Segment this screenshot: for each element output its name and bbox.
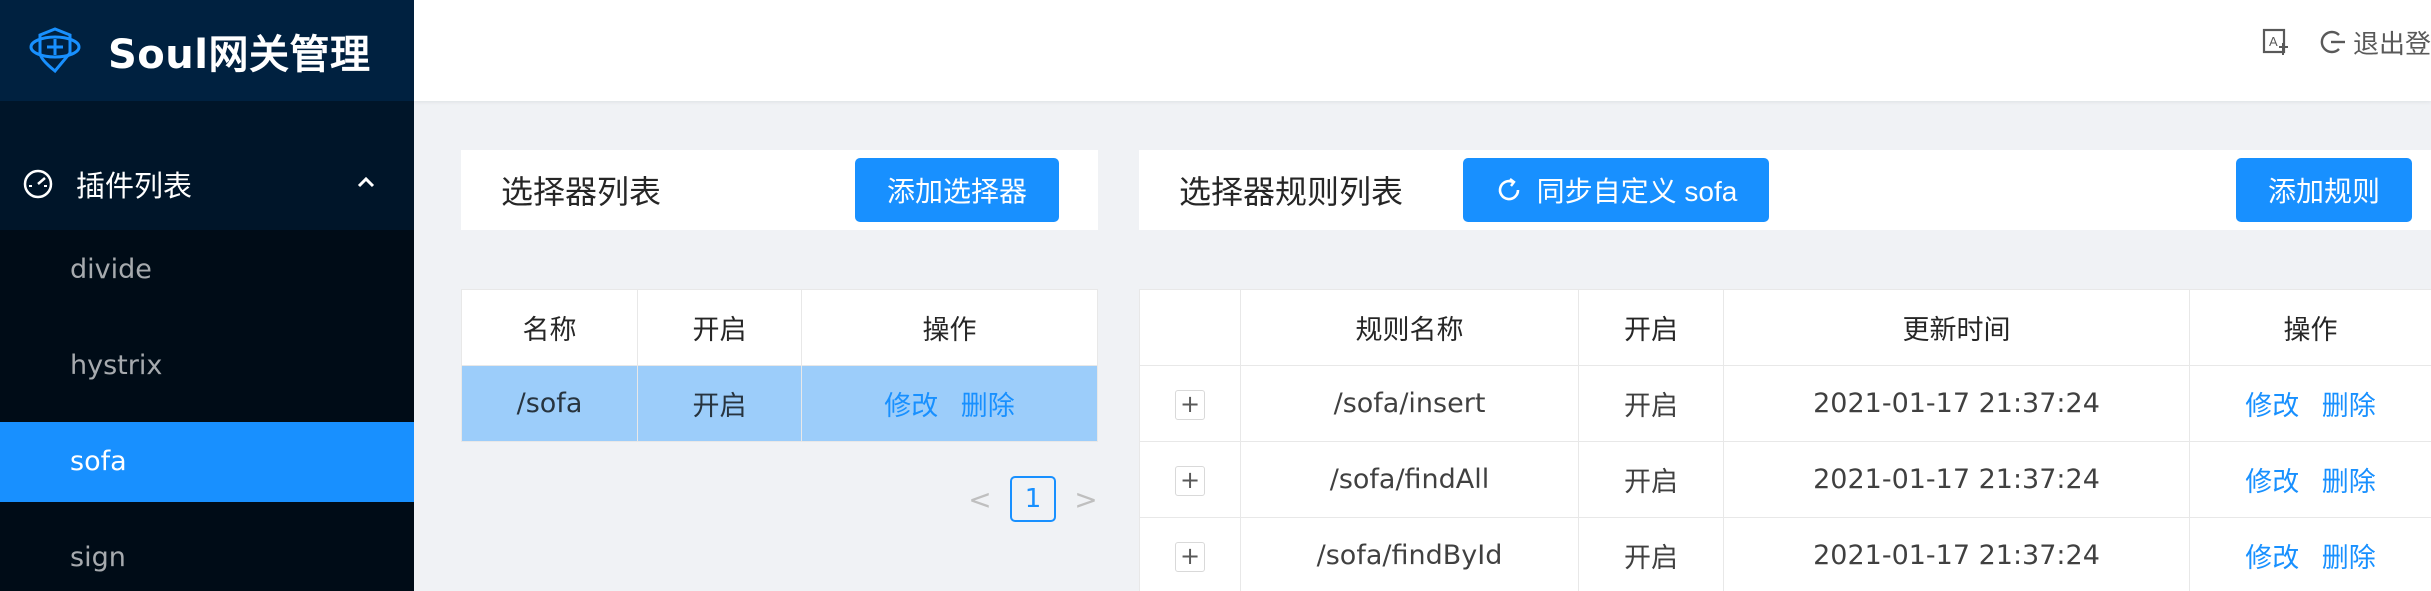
- rule-name: /sofa/findAll: [1240, 441, 1579, 518]
- column-header-expand: [1139, 289, 1241, 366]
- selector-actions: 修改 删除: [801, 365, 1098, 442]
- dashboard-icon: [23, 169, 53, 199]
- add-selector-button[interactable]: 添加选择器: [855, 158, 1059, 222]
- rule-updated-time: 2021-01-17 21:37:24: [1723, 517, 2190, 591]
- sidebar-item-sign[interactable]: sign: [0, 518, 414, 591]
- rule-name: /sofa/findById: [1240, 517, 1579, 591]
- rule-enabled-status: 开启: [1578, 517, 1724, 591]
- rule-updated-time: 2021-01-17 21:37:24: [1723, 365, 2190, 442]
- edit-link[interactable]: 修改: [2245, 391, 2299, 422]
- add-rule-button[interactable]: 添加规则: [2236, 158, 2412, 222]
- edit-link[interactable]: 修改: [2245, 543, 2299, 574]
- next-page-button[interactable]: >: [1066, 483, 1106, 516]
- table-row: + /sofa/findById 开启 2021-01-17 21:37:24 …: [1139, 517, 2431, 591]
- logout-icon: [2320, 30, 2345, 54]
- edit-link[interactable]: 修改: [884, 391, 938, 422]
- sidebar-item-sofa[interactable]: sofa: [0, 422, 414, 502]
- header-tools: A 退出登: [2261, 22, 2431, 62]
- translate-icon[interactable]: A: [2261, 27, 2291, 57]
- rule-panel-title: 选择器规则列表: [1179, 173, 1404, 211]
- chevron-up-icon: [357, 176, 375, 188]
- rule-enabled-status: 开启: [1578, 441, 1724, 518]
- column-header-enabled: 开启: [1578, 289, 1724, 366]
- selector-enabled-status: 开启: [637, 365, 802, 442]
- rule-updated-time: 2021-01-17 21:37:24: [1723, 441, 2190, 518]
- page-1-button[interactable]: 1: [1010, 476, 1056, 522]
- logout-label: 退出登: [2352, 29, 2431, 60]
- table-header-row: 名称 开启 操作: [461, 289, 1098, 366]
- edit-link[interactable]: 修改: [2245, 467, 2299, 498]
- rule-actions: 修改 删除: [2189, 365, 2431, 442]
- column-header-enabled: 开启: [637, 289, 802, 366]
- rule-table: 规则名称 开启 更新时间 操作 + /sofa/insert 开启 2021-0…: [1139, 289, 2431, 591]
- delete-link[interactable]: 删除: [2322, 391, 2376, 422]
- table-row[interactable]: /sofa 开启 修改 删除: [461, 365, 1098, 442]
- prev-page-button[interactable]: <: [960, 483, 1000, 516]
- column-header-name: 名称: [461, 289, 638, 366]
- delete-link[interactable]: 删除: [961, 391, 1015, 422]
- selector-name: /sofa: [461, 365, 638, 442]
- sync-custom-button[interactable]: 同步自定义 sofa: [1463, 158, 1769, 222]
- expand-row-button[interactable]: +: [1175, 389, 1205, 420]
- logout-button[interactable]: 退出登: [2319, 24, 2431, 61]
- selector-panel-title: 选择器列表: [501, 173, 662, 211]
- pagination: < 1 >: [960, 476, 1106, 522]
- column-header-actions: 操作: [801, 289, 1098, 366]
- delete-link[interactable]: 删除: [2322, 467, 2376, 498]
- selector-table: 名称 开启 操作 /sofa 开启 修改 删除: [461, 289, 1098, 442]
- expand-row-button[interactable]: +: [1175, 465, 1205, 496]
- column-header-updated-time: 更新时间: [1723, 289, 2190, 366]
- svg-text:A: A: [2269, 34, 2278, 49]
- rule-enabled-status: 开启: [1578, 365, 1724, 442]
- selector-panel-header: 选择器列表 添加选择器: [461, 150, 1098, 230]
- sidebar-item-hystrix[interactable]: hystrix: [0, 326, 414, 406]
- delete-link[interactable]: 删除: [2322, 543, 2376, 574]
- plugin-list-menu[interactable]: 插件列表: [0, 146, 414, 222]
- sync-custom-label: 同步自定义 sofa: [1536, 176, 1738, 207]
- plugin-list-label: 插件列表: [76, 169, 193, 203]
- table-row: + /sofa/findAll 开启 2021-01-17 21:37:24 修…: [1139, 441, 2431, 518]
- rule-actions: 修改 删除: [2189, 441, 2431, 518]
- logo-bar: Soul网关管理: [0, 0, 414, 101]
- plugin-submenu: divide hystrix sofa sign: [0, 230, 414, 591]
- expand-row-button[interactable]: +: [1175, 541, 1205, 572]
- rule-actions: 修改 删除: [2189, 517, 2431, 591]
- table-header-row: 规则名称 开启 更新时间 操作: [1139, 289, 2431, 366]
- column-header-rule-name: 规则名称: [1240, 289, 1579, 366]
- table-row: + /sofa/insert 开启 2021-01-17 21:37:24 修改…: [1139, 365, 2431, 442]
- top-header: A 退出登: [414, 0, 2431, 101]
- column-header-actions: 操作: [2189, 289, 2431, 366]
- logo-icon: [29, 26, 81, 73]
- sync-icon: [1498, 178, 1519, 201]
- sidebar: Soul网关管理 插件列表 divide hystrix sofa sign: [0, 0, 414, 591]
- rule-panel-header: 选择器规则列表 同步自定义 sofa 添加规则: [1139, 150, 2431, 230]
- rule-name: /sofa/insert: [1240, 365, 1579, 442]
- sidebar-item-divide[interactable]: divide: [0, 230, 414, 310]
- app-title: Soul网关管理: [108, 31, 371, 78]
